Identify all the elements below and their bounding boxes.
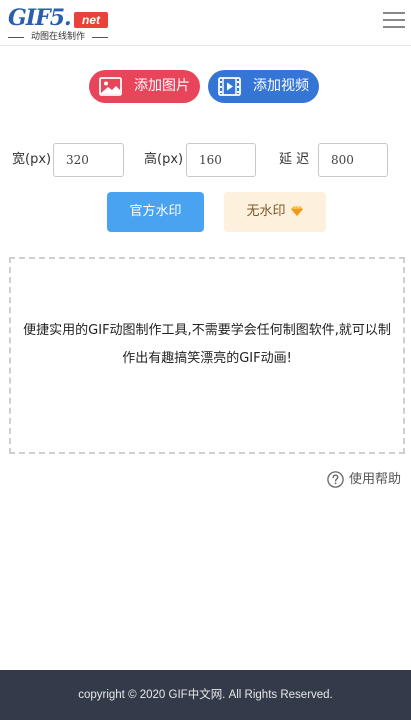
official-watermark-label: 官方水印 (129, 204, 182, 219)
delay-label: 延 迟 (279, 152, 310, 167)
video-icon (218, 77, 241, 96)
add-image-button[interactable]: 添加图片 (89, 70, 200, 103)
diamond-icon (290, 206, 303, 216)
image-icon (99, 77, 122, 96)
width-input[interactable] (53, 143, 124, 177)
logo-main-text: GIF5. (8, 5, 72, 31)
logo-net-badge: net (74, 12, 108, 28)
footer-copyright: copyright © 2020 GIF中文网. All Rights Rese… (78, 689, 333, 701)
add-video-label: 添加视频 (253, 78, 309, 94)
delay-input[interactable] (318, 143, 388, 177)
help-label: 使用帮助 (349, 472, 402, 487)
official-watermark-button[interactable]: 官方水印 (107, 192, 204, 232)
footer: copyright © 2020 GIF中文网. All Rights Rese… (0, 670, 411, 720)
site-logo[interactable]: GIF5. net 动图在线制作 (8, 6, 108, 42)
menu-icon[interactable] (383, 12, 405, 32)
no-watermark-button[interactable]: 无水印 (224, 192, 326, 232)
no-watermark-label: 无水印 (246, 204, 286, 219)
dropzone-description: 便捷实用的GIF动图制作工具,不需要学会任何制图软件,就可以制作出有趣搞笑漂亮的… (23, 323, 391, 366)
upload-dropzone[interactable]: 便捷实用的GIF动图制作工具,不需要学会任何制图软件,就可以制作出有趣搞笑漂亮的… (9, 257, 405, 454)
height-label: 高(px) (144, 152, 184, 167)
page: GIF5. net 动图在线制作 添加图片 添加视频 宽(px) 320 高(p… (0, 0, 411, 720)
add-image-label: 添加图片 (134, 78, 190, 94)
header: GIF5. net 动图在线制作 (0, 0, 411, 46)
help-link[interactable]: 使用帮助 (327, 470, 405, 490)
width-label: 宽(px) (12, 152, 52, 167)
add-video-button[interactable]: 添加视频 (208, 70, 319, 103)
help-icon (327, 471, 344, 488)
height-input[interactable] (186, 143, 256, 177)
logo-divider-right (92, 37, 108, 38)
